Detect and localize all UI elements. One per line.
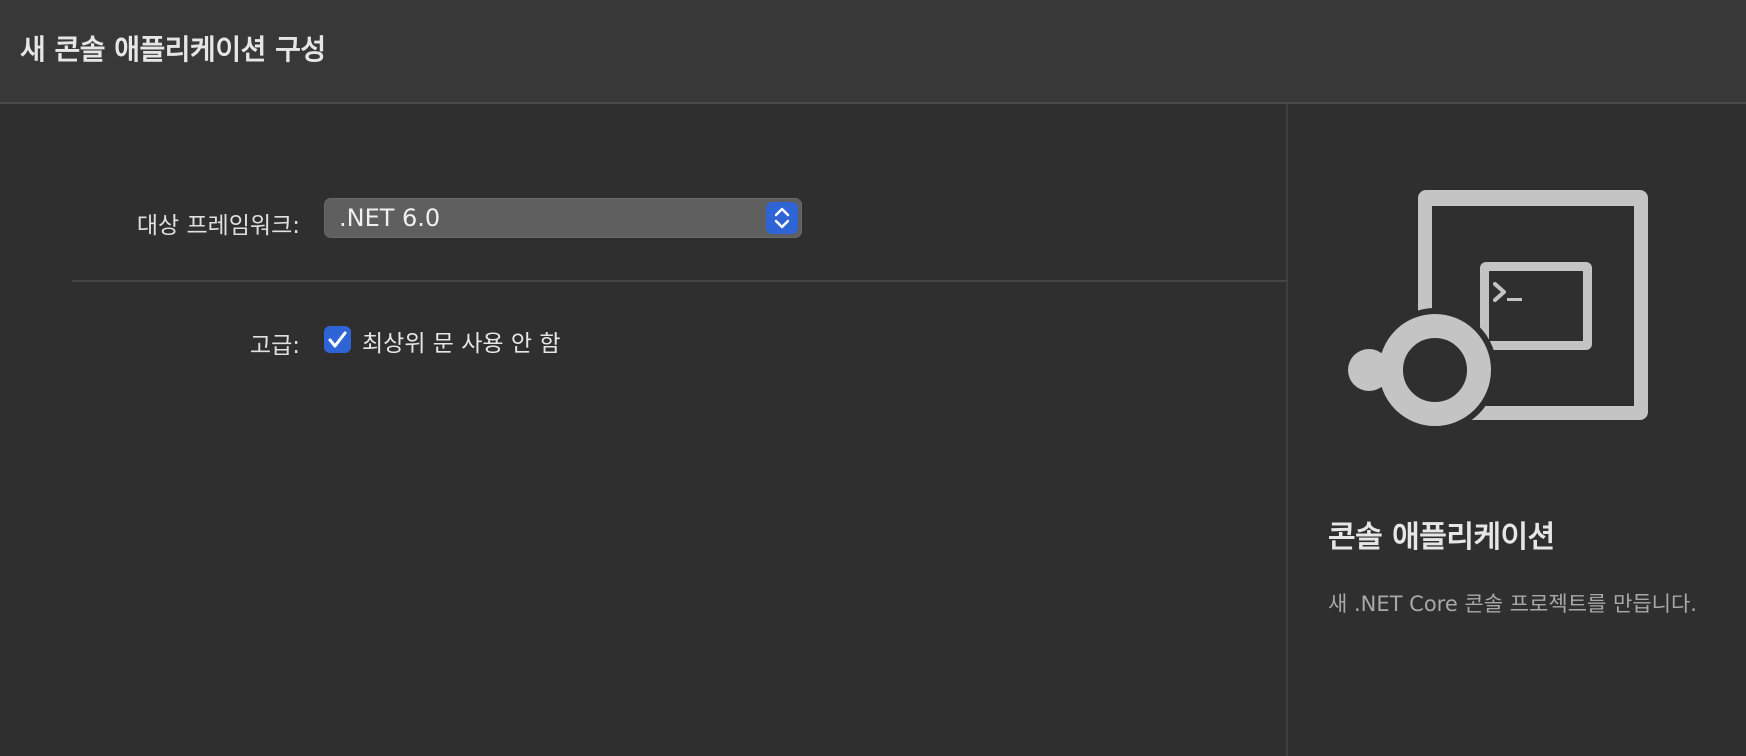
section-divider <box>72 280 1286 282</box>
advanced-label: 고급: <box>249 333 300 359</box>
chevron-up-down-icon[interactable] <box>766 202 798 234</box>
template-description: 새 .NET Core 콘솔 프로젝트를 만듭니다. <box>1328 592 1697 616</box>
template-info-panel: 콘솔 애플리케이션 새 .NET Core 콘솔 프로젝트를 만듭니다. <box>1288 104 1746 756</box>
top-level-statements-checkbox[interactable] <box>324 326 351 353</box>
main-panel: 대상 프레임워크: .NET 6.0 고급: 최상위 문 사용 안 함 <box>0 104 1286 756</box>
console-app-icon <box>1338 190 1678 444</box>
page-title: 새 콘솔 애플리케이션 구성 <box>20 33 326 66</box>
template-title: 콘솔 애플리케이션 <box>1328 520 1555 555</box>
configure-console-app-window: 새 콘솔 애플리케이션 구성 대상 프레임워크: .NET 6.0 고급: 최상… <box>0 0 1746 756</box>
header: 새 콘솔 애플리케이션 구성 <box>0 0 1746 104</box>
top-level-statements-label[interactable]: 최상위 문 사용 안 함 <box>362 324 561 358</box>
framework-label: 대상 프레임워크: <box>136 213 300 239</box>
framework-select[interactable]: .NET 6.0 <box>324 198 802 238</box>
framework-select-value: .NET 6.0 <box>339 204 441 232</box>
checkmark-icon <box>328 331 347 348</box>
